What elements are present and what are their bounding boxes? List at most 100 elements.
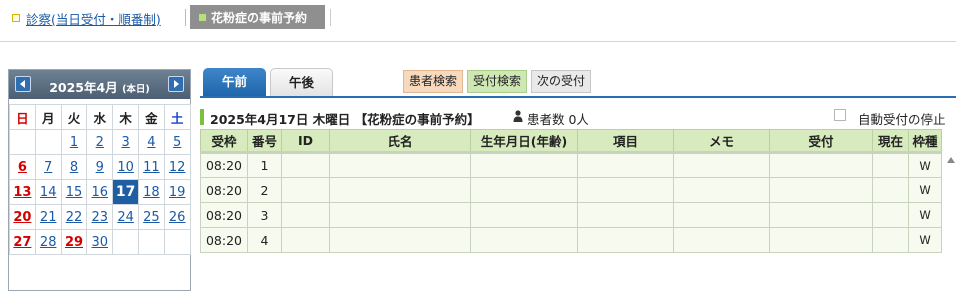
birthdate-cell [470, 177, 578, 203]
next-month-button[interactable] [168, 76, 184, 92]
table-row[interactable]: 08:20 4 W [200, 227, 942, 253]
id-cell [281, 227, 330, 253]
calendar-day-link[interactable]: 17 [116, 184, 135, 200]
calendar-day[interactable]: 4 [137, 129, 165, 155]
calendar-day-link[interactable]: 7 [44, 160, 52, 175]
calendar-day [9, 129, 36, 155]
calendar-day[interactable]: 28 [34, 229, 62, 255]
slot-kind-cell: W [908, 151, 942, 178]
weekday-header: 月 [34, 104, 62, 130]
nav-kafun-tab[interactable]: 花粉症の事前予約 [190, 5, 325, 29]
calendar-day-link[interactable]: 10 [117, 160, 134, 175]
calendar-day-link[interactable]: 29 [65, 235, 83, 250]
column-header: 現在 [872, 129, 909, 153]
calendar-day-link[interactable]: 24 [117, 210, 134, 225]
slot-kind-cell: W [908, 227, 942, 253]
memo-cell [673, 202, 770, 228]
calendar-day[interactable]: 20 [9, 204, 36, 230]
calendar-day-link[interactable]: 23 [92, 210, 109, 225]
nav-shinsatsu-label[interactable]: 診察(当日受付・順番制) [26, 9, 161, 28]
calendar-day-link[interactable]: 20 [13, 210, 31, 225]
auto-stop-checkbox[interactable] [834, 109, 846, 121]
slot-kind-cell: W [908, 177, 942, 203]
calendar-day[interactable]: 26 [163, 204, 191, 230]
name-cell [329, 202, 471, 228]
birthdate-cell [470, 202, 578, 228]
calendar-day[interactable]: 21 [34, 204, 62, 230]
person-icon [513, 110, 523, 122]
calendar-day[interactable]: 13 [9, 179, 36, 205]
calendar-day-link[interactable]: 19 [169, 185, 186, 200]
calendar-day[interactable]: 29 [60, 229, 88, 255]
calendar-day[interactable]: 24 [112, 204, 139, 230]
calendar-day-link[interactable]: 9 [96, 160, 104, 175]
calendar-day-link[interactable]: 25 [143, 210, 160, 225]
calendar-day[interactable]: 11 [137, 154, 165, 180]
calendar-day-link[interactable]: 28 [40, 235, 57, 250]
calendar-day-link[interactable]: 1 [70, 135, 78, 150]
calendar-day[interactable]: 12 [163, 154, 191, 180]
table-row[interactable]: 08:20 1 W [200, 151, 942, 178]
calendar-day-link[interactable]: 11 [143, 160, 160, 175]
patient-search-button[interactable]: 患者検索 [403, 70, 464, 93]
calendar-day-link[interactable]: 4 [147, 135, 155, 150]
calendar-day[interactable]: 6 [9, 154, 36, 180]
calendar-day-link[interactable]: 26 [169, 210, 186, 225]
calendar-day[interactable]: 25 [137, 204, 165, 230]
nav-divider [330, 9, 331, 26]
calendar-day[interactable]: 9 [86, 154, 114, 180]
tab-morning[interactable]: 午前 [203, 68, 266, 96]
calendar-day-link[interactable]: 14 [40, 185, 57, 200]
current-cell [872, 227, 909, 253]
calendar-day[interactable]: 16 [86, 179, 114, 205]
reception-search-button[interactable]: 受付検索 [467, 70, 528, 93]
tab-afternoon[interactable]: 午後 [270, 68, 333, 96]
calendar-day-link[interactable]: 27 [13, 235, 31, 250]
calendar-day[interactable]: 19 [163, 179, 191, 205]
table-row[interactable]: 08:20 2 W [200, 177, 942, 203]
table-row[interactable]: 08:20 3 W [200, 202, 942, 228]
calendar-day[interactable]: 22 [60, 204, 88, 230]
calendar-day-link[interactable]: 13 [13, 185, 31, 200]
calendar-day[interactable]: 18 [137, 179, 165, 205]
calendar-day-link[interactable]: 16 [92, 185, 109, 200]
calendar-day-link[interactable]: 18 [143, 185, 160, 200]
calendar-day-link[interactable]: 15 [66, 185, 83, 200]
scroll-up-icon[interactable] [947, 157, 955, 163]
calendar-week: 1 2 3 4 5 [9, 129, 191, 155]
calendar-day-link[interactable]: 21 [40, 210, 57, 225]
slot-time-cell: 08:20 [200, 227, 248, 253]
calendar-day[interactable]: 7 [34, 154, 62, 180]
square-icon [12, 14, 20, 22]
column-header: 枠種 [908, 129, 942, 153]
calendar-day[interactable]: 17 [112, 179, 139, 205]
current-cell [872, 177, 909, 203]
weekday-header: 火 [60, 104, 88, 130]
calendar-week: 20 21 22 23 24 25 26 [9, 204, 191, 230]
nav-shinsatsu-link[interactable]: 診察(当日受付・順番制) [12, 9, 161, 27]
calendar-day-link[interactable]: 6 [18, 160, 27, 175]
next-reception-button[interactable]: 次の受付 [531, 70, 592, 93]
calendar-day[interactable]: 5 [163, 129, 191, 155]
calendar-day[interactable]: 1 [60, 129, 88, 155]
calendar-day-link[interactable]: 5 [173, 135, 181, 150]
calendar-day[interactable]: 3 [112, 129, 139, 155]
calendar-day[interactable]: 23 [86, 204, 114, 230]
calendar-day-link[interactable]: 22 [66, 210, 83, 225]
name-cell [329, 227, 471, 253]
calendar-day[interactable]: 14 [34, 179, 62, 205]
calendar-day-link[interactable]: 12 [169, 160, 186, 175]
calendar-header: 2025年4月 (本日) [9, 70, 190, 99]
calendar-day[interactable]: 27 [9, 229, 36, 255]
calendar-day-link[interactable]: 8 [70, 160, 78, 175]
calendar-day[interactable]: 10 [112, 154, 139, 180]
calendar-day-link[interactable]: 3 [121, 135, 129, 150]
calendar-day-link[interactable]: 30 [92, 235, 109, 250]
column-header: メモ [673, 129, 770, 153]
calendar-day[interactable]: 15 [60, 179, 88, 205]
id-cell [281, 202, 330, 228]
calendar-day[interactable]: 30 [86, 229, 114, 255]
calendar-day[interactable]: 2 [86, 129, 114, 155]
calendar-day-link[interactable]: 2 [96, 135, 104, 150]
calendar-day[interactable]: 8 [60, 154, 88, 180]
